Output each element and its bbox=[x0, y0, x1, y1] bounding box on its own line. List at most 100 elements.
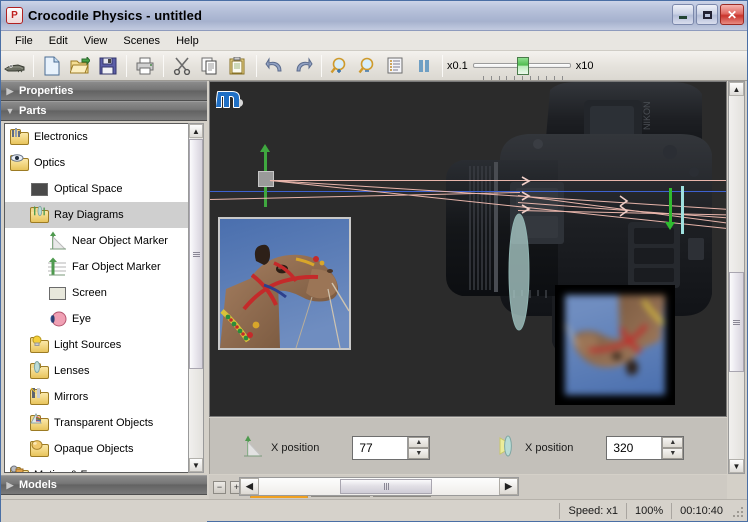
menu-view[interactable]: View bbox=[76, 33, 116, 49]
sidebar-scrollbar-thumb[interactable] bbox=[189, 139, 203, 369]
sidebar-section-parts[interactable]: ▼ Parts bbox=[1, 101, 207, 121]
tree-item-label: Near Object Marker bbox=[72, 235, 168, 247]
source-photo[interactable] bbox=[218, 217, 351, 350]
ray-direction-arrows-icon bbox=[521, 176, 531, 214]
tree-item-motion-forces[interactable]: Motion & Forces bbox=[5, 462, 188, 472]
sidebar-scrollbar[interactable]: ▲ ▼ bbox=[188, 123, 204, 473]
sensor-plane bbox=[681, 186, 684, 234]
cut-scissors-icon[interactable] bbox=[169, 53, 195, 79]
print-icon[interactable] bbox=[132, 53, 158, 79]
lens-x-position-increment[interactable]: ▲ bbox=[662, 436, 684, 448]
toolbar-separator bbox=[163, 54, 164, 77]
tree-item-light-sources[interactable]: Light Sources bbox=[5, 332, 188, 358]
speed-slider[interactable] bbox=[472, 55, 571, 80]
paste-clipboard-icon[interactable] bbox=[225, 53, 251, 79]
scroll-left-button[interactable]: ◀ bbox=[240, 478, 259, 495]
redo-icon[interactable] bbox=[290, 53, 316, 79]
tree-item-mirrors[interactable]: Mirrors bbox=[5, 384, 188, 410]
menu-edit[interactable]: Edit bbox=[41, 33, 76, 49]
canvas-scroll-up-button[interactable]: ▲ bbox=[729, 82, 744, 96]
tree-item-label: Lenses bbox=[54, 365, 90, 377]
sidebar-scroll-down-button[interactable]: ▼ bbox=[189, 458, 203, 472]
minimize-button[interactable] bbox=[672, 4, 694, 25]
maximize-button[interactable] bbox=[696, 4, 718, 25]
canvas-scroll-down-button[interactable]: ▼ bbox=[729, 459, 744, 473]
object-x-position-input[interactable] bbox=[353, 436, 408, 459]
tree-item-optical-space[interactable]: Optical Space bbox=[5, 176, 188, 202]
simulation-canvas[interactable]: NIKON bbox=[209, 81, 727, 417]
tree-item-label: Motion & Forces bbox=[34, 469, 114, 472]
tree-item-transparent-objects[interactable]: Transparent Objects bbox=[5, 410, 188, 436]
copy-icon[interactable] bbox=[197, 53, 223, 79]
sidebar-section-properties[interactable]: ▶ Properties bbox=[1, 81, 207, 101]
maximize-icon bbox=[702, 10, 712, 19]
tree-item-label: Screen bbox=[72, 287, 107, 299]
minimize-icon bbox=[679, 16, 687, 19]
object-x-position-increment[interactable]: ▲ bbox=[408, 436, 430, 448]
object-x-position-spin-buttons: ▲ ▼ bbox=[407, 436, 430, 459]
tree-item-lenses[interactable]: Lenses bbox=[5, 358, 188, 384]
object-x-position-stepper[interactable]: ▲ ▼ bbox=[352, 435, 431, 460]
tree-item-label: Electronics bbox=[34, 131, 88, 143]
menu-file[interactable]: File bbox=[7, 33, 41, 49]
lens-x-position-stepper[interactable]: ▲ ▼ bbox=[606, 435, 685, 460]
toolbar: x0.1 x10 bbox=[1, 51, 747, 81]
toolbar-separator bbox=[33, 54, 34, 77]
menu-help[interactable]: Help bbox=[168, 33, 207, 49]
parts-tree-content: Electronics Optics Optical Space Ray Dia… bbox=[5, 124, 188, 472]
menu-bar: File Edit View Scenes Help bbox=[1, 31, 747, 51]
menu-scenes[interactable]: Scenes bbox=[115, 33, 168, 49]
canvas-scrollbar[interactable]: ▲ ▼ bbox=[728, 81, 745, 474]
tree-item-near-object-marker[interactable]: Near Object Marker bbox=[5, 228, 188, 254]
window-title: Crocodile Physics - untitled bbox=[28, 8, 202, 23]
image-arrow-shaft bbox=[669, 188, 672, 226]
object-position-handle[interactable] bbox=[258, 171, 274, 187]
tree-item-label: Optics bbox=[34, 157, 66, 169]
screen-icon bbox=[47, 283, 69, 303]
tree-item-label: Mirrors bbox=[54, 391, 89, 403]
close-button[interactable]: ✕ bbox=[720, 4, 744, 25]
canvas-scrollbar-thumb[interactable] bbox=[729, 272, 744, 372]
zoom-in-icon[interactable] bbox=[327, 53, 353, 79]
toolbar-separator bbox=[126, 54, 127, 77]
chevron-right-icon: ▶ bbox=[6, 479, 14, 490]
tree-item-ray-diagrams[interactable]: Ray Diagrams bbox=[5, 202, 188, 228]
crocodile-logo-icon[interactable] bbox=[2, 53, 28, 79]
pause-icon[interactable] bbox=[411, 53, 437, 79]
object-x-position-label: X position bbox=[271, 441, 320, 454]
lens-icon bbox=[496, 434, 518, 461]
tree-item-screen[interactable]: Screen bbox=[5, 280, 188, 306]
new-file-icon[interactable] bbox=[39, 53, 65, 79]
open-folder-icon[interactable] bbox=[67, 53, 93, 79]
optical-space-icon bbox=[29, 179, 51, 199]
canvas-horizontal-scrollbar[interactable]: ◀ ▶ bbox=[239, 477, 519, 496]
speed-slider-thumb[interactable] bbox=[516, 56, 529, 75]
sidebar-section-models[interactable]: ▶ Models bbox=[1, 475, 207, 495]
tree-item-opaque-objects[interactable]: Opaque Objects bbox=[5, 436, 188, 462]
toolbar-separator bbox=[442, 54, 443, 77]
zoom-out-icon[interactable] bbox=[355, 53, 381, 79]
sidebar: ▶ Properties ▼ Parts Electronics Optics … bbox=[1, 81, 207, 522]
resize-grip-icon[interactable] bbox=[731, 505, 745, 519]
notes-icon[interactable] bbox=[383, 53, 409, 79]
tree-item-far-object-marker[interactable]: Far Object Marker bbox=[5, 254, 188, 280]
status-zoom: 100% bbox=[626, 502, 671, 519]
window-controls: ✕ bbox=[672, 4, 744, 25]
title-bar: P Crocodile Physics - untitled ✕ bbox=[1, 1, 747, 31]
folder-opaque-objects-icon bbox=[29, 439, 51, 459]
tree-item-electronics[interactable]: Electronics bbox=[5, 124, 188, 150]
save-disk-icon[interactable] bbox=[95, 53, 121, 79]
lens-x-position-decrement[interactable]: ▼ bbox=[662, 447, 684, 459]
remove-scene-button[interactable]: − bbox=[213, 480, 226, 494]
tree-item-optics[interactable]: Optics bbox=[5, 150, 188, 176]
lens-element-icon[interactable] bbox=[506, 212, 532, 332]
horizontal-scrollbar-thumb[interactable] bbox=[340, 479, 432, 494]
scroll-right-button[interactable]: ▶ bbox=[499, 478, 518, 495]
image-arrow-head-icon bbox=[665, 222, 675, 230]
parts-tree[interactable]: Electronics Optics Optical Space Ray Dia… bbox=[4, 123, 204, 473]
tree-item-eye[interactable]: Eye bbox=[5, 306, 188, 332]
lens-x-position-input[interactable] bbox=[607, 436, 662, 459]
undo-icon[interactable] bbox=[262, 53, 288, 79]
object-x-position-decrement[interactable]: ▼ bbox=[408, 447, 430, 459]
sidebar-scroll-up-button[interactable]: ▲ bbox=[189, 124, 203, 138]
